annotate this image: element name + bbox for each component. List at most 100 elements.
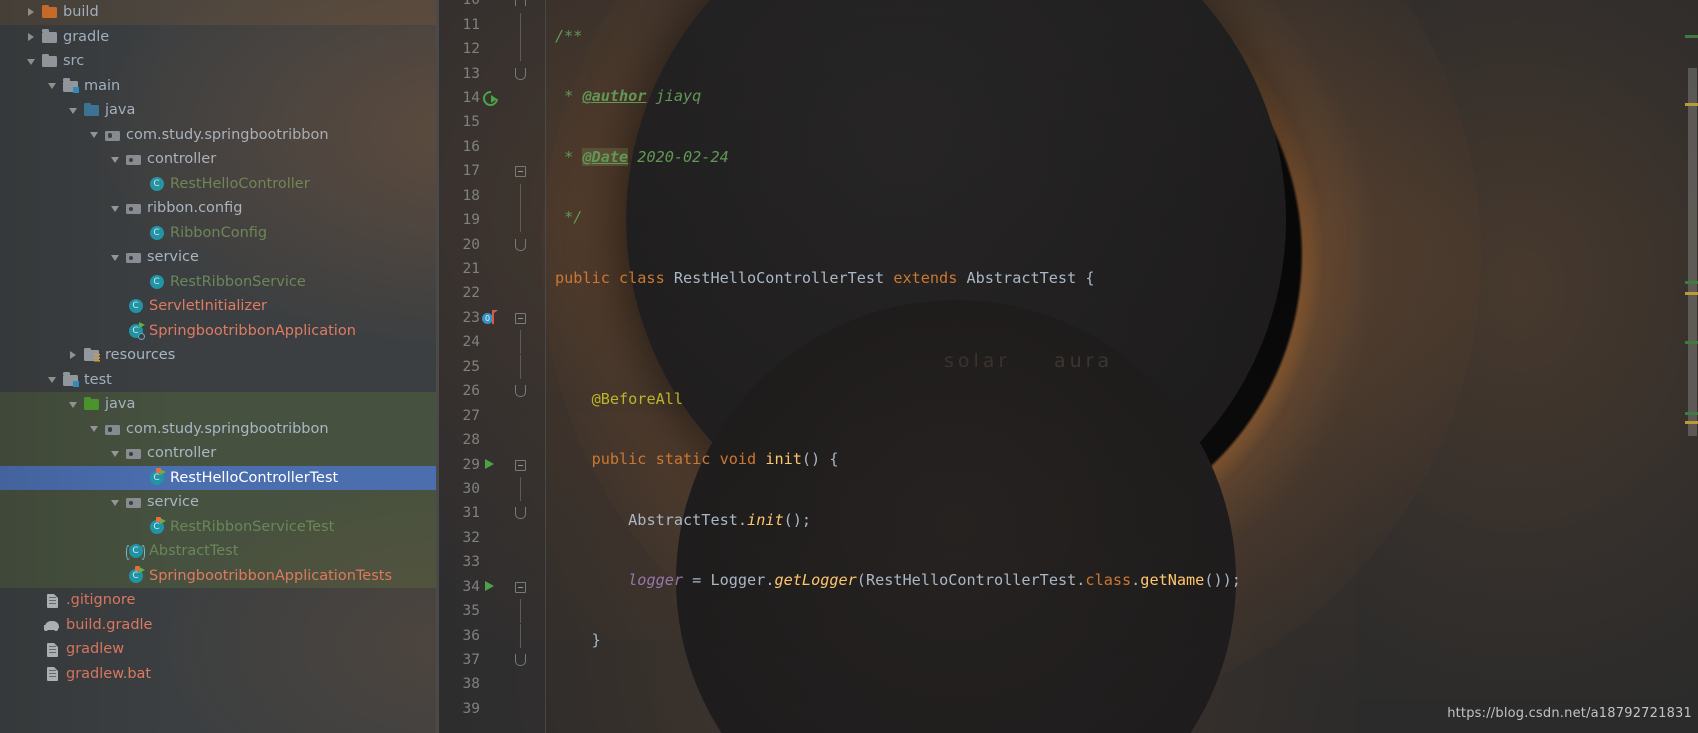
gutter-line[interactable]: 25 (436, 354, 546, 379)
scrollbar-marker[interactable] (1685, 281, 1698, 284)
gutter-line[interactable]: 13 (436, 61, 546, 85)
gutter-line[interactable]: 27 (436, 403, 546, 427)
tree-row-test-service[interactable]: service (0, 490, 436, 515)
code-line[interactable]: /** (546, 24, 1698, 48)
tree-row-test-java[interactable]: java (0, 392, 436, 417)
code-line[interactable]: logger = Logger.getLogger(RestHelloContr… (546, 568, 1698, 592)
gutter-line[interactable]: 39 (436, 697, 546, 721)
collapse-arrow-down-icon[interactable] (109, 202, 122, 215)
scrollbar-marker[interactable] (1685, 35, 1698, 38)
tree-row-build-gradle[interactable]: build.gradle (0, 613, 436, 638)
gutter-line[interactable]: 10 (436, 0, 546, 12)
code-editor[interactable]: solar aura 10 11 12 13 (436, 0, 1698, 733)
code-line[interactable]: * @author jiayq (546, 84, 1698, 108)
tree-row-main-controller[interactable]: controller (0, 147, 436, 172)
gutter-line[interactable]: 30 (436, 476, 546, 501)
project-tree[interactable]: build gradle src main java com.study.spr… (0, 0, 436, 686)
gutter-line[interactable]: 23 0 (436, 306, 546, 330)
scrollbar-marker[interactable] (1685, 412, 1698, 415)
gutter-line[interactable]: 21 (436, 257, 546, 281)
fold-collapse-icon[interactable] (515, 166, 526, 178)
tree-row-gradle[interactable]: gradle (0, 25, 436, 50)
gutter-line[interactable]: 15 (436, 110, 546, 134)
collapse-arrow-down-icon[interactable] (46, 79, 59, 92)
gutter-line[interactable]: 19 (436, 208, 546, 233)
tree-row-ribbon-config[interactable]: C RibbonConfig (0, 221, 436, 246)
tree-row-src[interactable]: src (0, 49, 436, 74)
gutter-line[interactable]: 36 (436, 623, 546, 648)
tree-row-springboot-application[interactable]: C SpringbootribbonApplication (0, 319, 436, 344)
tree-row-gitignore[interactable]: .gitignore (0, 588, 436, 613)
scrollbar-marker[interactable] (1685, 292, 1698, 295)
code-line[interactable] (546, 326, 1698, 350)
gutter-line[interactable]: 18 (436, 183, 546, 208)
scrollbar-marker[interactable] (1685, 103, 1698, 106)
tree-row-gradlew-bat[interactable]: gradlew.bat (0, 662, 436, 687)
override-method-icon[interactable] (483, 90, 498, 105)
tree-row-servlet-initializer[interactable]: C ServletInitializer (0, 294, 436, 319)
gutter-line[interactable]: 31 (436, 501, 546, 525)
tree-row-test-package[interactable]: com.study.springbootribbon (0, 416, 436, 441)
project-tree-panel[interactable]: build gradle src main java com.study.spr… (0, 0, 436, 733)
code-line[interactable]: * @Date 2020-02-24 (546, 145, 1698, 169)
bookmark-icon[interactable]: 0 (482, 309, 498, 325)
code-line[interactable]: public static void init() { (546, 447, 1698, 471)
tree-row-build[interactable]: build (0, 0, 436, 25)
collapse-arrow-down-icon[interactable] (88, 422, 101, 435)
run-test-icon[interactable] (485, 580, 494, 591)
collapse-arrow-down-icon[interactable] (109, 496, 122, 509)
tree-row-springboot-application-tests[interactable]: C SpringbootribbonApplicationTests (0, 563, 436, 588)
editor-scrollbar[interactable] (1685, 0, 1698, 733)
fold-collapse-icon[interactable] (515, 581, 526, 593)
tree-row-resources[interactable]: resources (0, 343, 436, 368)
expand-arrow-right-icon[interactable] (25, 6, 38, 19)
gutter-line[interactable]: 29 (436, 452, 546, 476)
collapse-arrow-down-icon[interactable] (25, 55, 38, 68)
code-line[interactable]: AbstractTest.init(); (546, 508, 1698, 532)
tree-row-main-java[interactable]: java (0, 98, 436, 123)
code-line[interactable]: public class RestHelloControllerTest ext… (546, 266, 1698, 290)
gutter-line[interactable]: 16 (436, 135, 546, 159)
gutter-line[interactable]: 38 (436, 672, 546, 696)
code-line[interactable]: */ (546, 205, 1698, 229)
collapse-arrow-down-icon[interactable] (67, 398, 80, 411)
code-line[interactable]: @BeforeAll (546, 387, 1698, 411)
gutter-line[interactable]: 22 (436, 281, 546, 305)
scrollbar-thumb[interactable] (1688, 68, 1697, 436)
tree-row-abstract-test[interactable]: C AbstractTest (0, 539, 436, 564)
gutter-line[interactable]: 14 (436, 86, 546, 110)
gutter-line[interactable]: 24 (436, 330, 546, 355)
gutter-line[interactable]: 34 (436, 575, 546, 599)
tree-row-gradlew[interactable]: gradlew (0, 637, 436, 662)
gutter-line[interactable]: 26 (436, 379, 546, 403)
tree-row-rest-hello-controller[interactable]: C RestHelloController (0, 172, 436, 197)
expand-arrow-right-icon[interactable] (67, 349, 80, 362)
tree-row-main-service[interactable]: service (0, 245, 436, 270)
collapse-arrow-down-icon[interactable] (67, 104, 80, 117)
scrollbar-marker[interactable] (1685, 421, 1698, 424)
code-text-area[interactable]: /** * @author jiayq * @Date 2020-02-24 *… (546, 0, 1698, 733)
tree-row-ribbon-config-pkg[interactable]: ribbon.config (0, 196, 436, 221)
gutter-line[interactable]: 11 (436, 12, 546, 37)
tree-row-test-controller[interactable]: controller (0, 441, 436, 466)
collapse-arrow-down-icon[interactable] (46, 373, 59, 386)
gutter-line[interactable]: 20 (436, 232, 546, 256)
code-line[interactable]: } (546, 628, 1698, 652)
gutter-line[interactable]: 32 (436, 526, 546, 550)
tree-row-rest-ribbon-service[interactable]: C RestRibbonService (0, 270, 436, 295)
collapse-arrow-down-icon[interactable] (88, 128, 101, 141)
tree-row-test[interactable]: test (0, 368, 436, 393)
scrollbar-marker[interactable] (1685, 341, 1698, 344)
gutter-line[interactable]: 33 (436, 550, 546, 574)
tree-row-main[interactable]: main (0, 74, 436, 99)
editor-gutter[interactable]: 10 11 12 13 14 15 16 17 18 19 20 21 22 2… (436, 0, 546, 733)
run-test-icon[interactable] (485, 458, 494, 469)
gutter-line[interactable]: 37 (436, 648, 546, 672)
tree-row-main-package[interactable]: com.study.springbootribbon (0, 123, 436, 148)
gutter-line[interactable]: 12 (436, 37, 546, 62)
fold-collapse-icon[interactable] (515, 459, 526, 471)
tree-row-rest-ribbon-service-test[interactable]: C RestRibbonServiceTest (0, 514, 436, 539)
collapse-arrow-down-icon[interactable] (109, 153, 122, 166)
collapse-arrow-down-icon[interactable] (109, 251, 122, 264)
collapse-arrow-down-icon[interactable] (109, 447, 122, 460)
